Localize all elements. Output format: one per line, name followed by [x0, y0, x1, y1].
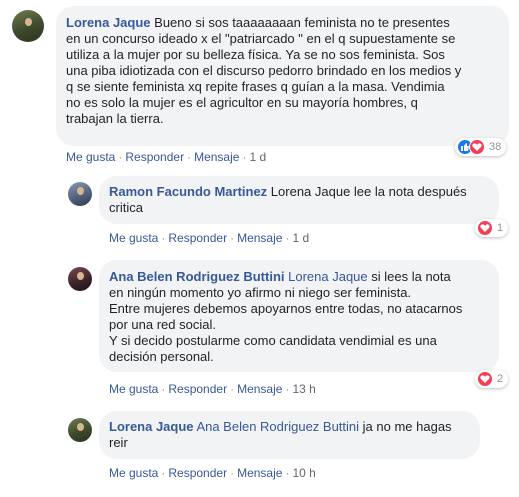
timestamp[interactable]: 1 d — [292, 231, 309, 245]
comment-text: si lees la nota — [367, 269, 451, 284]
comment-text: Y si decido postularme como candidata ve… — [109, 333, 437, 348]
comment-text: q se siente feminista xq repite frases q… — [66, 79, 445, 94]
reaction-count: 2 — [497, 373, 504, 385]
comment-author[interactable]: Lorena Jaque — [66, 15, 151, 30]
mention-link[interactable]: Ana Belen Rodriguez Buttini — [196, 419, 359, 434]
comment-text: ja no me hagas — [359, 419, 452, 434]
like-button[interactable]: Me gusta — [109, 231, 158, 245]
comment-author[interactable]: Ana Belen Rodriguez Buttini — [109, 269, 285, 284]
comment-text: en un concurso ideado x el "patriarcado … — [66, 31, 456, 46]
comment-text: reir — [109, 435, 128, 450]
comment-text: no es solo la mujer es el agricultor en … — [66, 95, 418, 110]
message-button[interactable]: Mensaje — [194, 150, 239, 164]
avatar[interactable] — [68, 418, 92, 442]
love-icon — [469, 139, 485, 155]
comment-actions: Me gusta · Responder · Mensaje · 1 d — [66, 150, 267, 164]
reply-button[interactable]: Responder — [168, 231, 227, 245]
mention-link[interactable]: Lorena Jaque — [288, 269, 368, 284]
comment-text: una piba idiotizada con el discurso pedo… — [66, 63, 462, 78]
avatar[interactable] — [68, 182, 92, 206]
comment-text: Bueno si sos taaaaaaaan feminista no te … — [150, 15, 450, 30]
reaction-summary[interactable]: 1 — [475, 219, 509, 237]
comment-author[interactable]: Lorena Jaque — [109, 419, 194, 434]
comment-bubble: Ana Belen Rodriguez Buttini Lorena Jaque… — [99, 260, 499, 372]
reaction-summary[interactable]: 2 — [475, 370, 509, 388]
comment-text: Entre mujeres debemos apoyarnos entre to… — [109, 301, 463, 316]
comment-text: trabajan la tierra. — [66, 111, 164, 126]
comment-bubble: Lorena Jaque Ana Belen Rodriguez Buttini… — [99, 411, 480, 459]
reply-button[interactable]: Responder — [168, 382, 227, 396]
comment-text: por una red social. — [109, 317, 216, 332]
reply-button[interactable]: Responder — [125, 150, 184, 164]
comment-actions: Me gusta · Responder · Mensaje · 13 h — [109, 382, 316, 396]
comment-actions: Me gusta · Responder · Mensaje · 1 d — [109, 231, 310, 245]
timestamp[interactable]: 1 d — [249, 150, 266, 164]
comment-text: en ningún momento yo afirmo ni niego ser… — [109, 285, 412, 300]
like-button[interactable]: Me gusta — [66, 150, 115, 164]
timestamp[interactable]: 10 h — [292, 466, 315, 480]
love-icon — [477, 220, 493, 236]
reply-button[interactable]: Responder — [168, 466, 227, 480]
comment-author[interactable]: Ramon Facundo Martinez — [109, 184, 267, 199]
message-button[interactable]: Mensaje — [237, 382, 282, 396]
comment-bubble: Lorena Jaque Bueno si sos taaaaaaaan fem… — [56, 6, 509, 146]
comment-text: Lorena Jaque lee la nota después — [267, 184, 467, 199]
reaction-count: 1 — [497, 222, 504, 234]
comment-actions: Me gusta · Responder · Mensaje · 10 h — [109, 466, 316, 480]
comment-text: utiliza a la mujer por su belleza física… — [66, 47, 445, 62]
comment-text: critica — [109, 200, 143, 215]
message-button[interactable]: Mensaje — [237, 231, 282, 245]
like-button[interactable]: Me gusta — [109, 382, 158, 396]
message-button[interactable]: Mensaje — [237, 466, 282, 480]
reaction-summary[interactable]: 38 — [455, 138, 507, 156]
like-button[interactable]: Me gusta — [109, 466, 158, 480]
love-icon — [477, 371, 493, 387]
avatar[interactable] — [68, 267, 92, 291]
comment-text: decisión personal. — [109, 349, 214, 364]
avatar[interactable] — [12, 10, 44, 42]
comment-bubble: Ramon Facundo Martinez Lorena Jaque lee … — [99, 176, 499, 224]
reaction-count: 38 — [489, 141, 502, 153]
timestamp[interactable]: 13 h — [292, 382, 315, 396]
